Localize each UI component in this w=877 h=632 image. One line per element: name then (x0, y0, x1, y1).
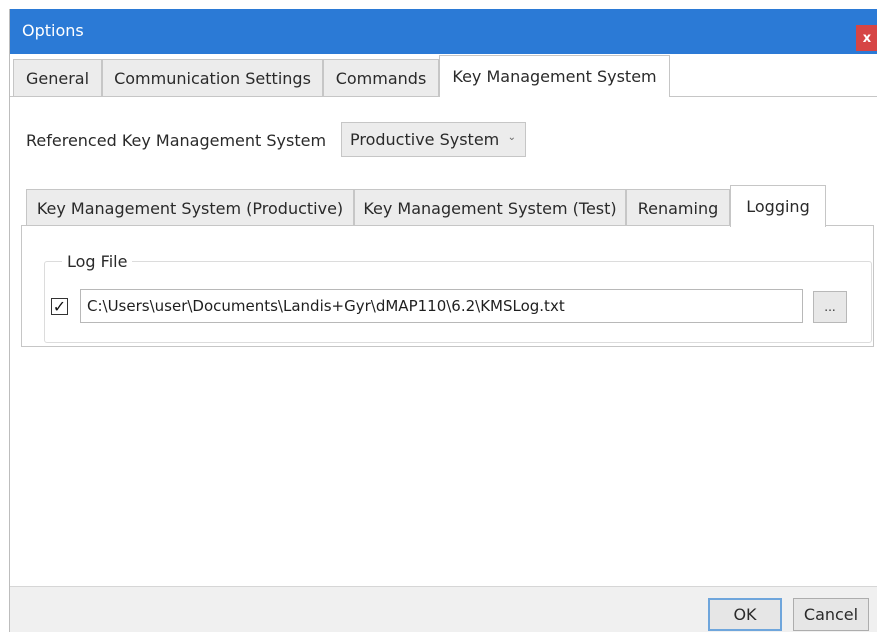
chevron-down-icon: ⌄ (507, 132, 516, 143)
tab-key-management-system[interactable]: Key Management System (439, 55, 670, 97)
logging-panel: Log File (21, 225, 874, 347)
tab-kms-test[interactable]: Key Management System (Test) (354, 189, 626, 226)
checkmark-icon: ✓ (52, 296, 67, 316)
log-enabled-checkbox[interactable]: ✓ (51, 298, 68, 315)
referenced-kms-dropdown[interactable]: Productive System ⌄ (341, 122, 526, 157)
tab-logging[interactable]: Logging (730, 185, 826, 227)
ok-button[interactable]: OK (708, 598, 782, 631)
tab-commands[interactable]: Commands (323, 59, 439, 96)
tab-communication-settings[interactable]: Communication Settings (102, 59, 323, 96)
tab-renaming[interactable]: Renaming (626, 189, 730, 226)
cancel-button[interactable]: Cancel (793, 598, 869, 631)
close-button[interactable]: x (856, 25, 877, 51)
tab-kms-productive[interactable]: Key Management System (Productive) (26, 189, 354, 226)
window-title: Options (22, 21, 84, 40)
referenced-kms-value: Productive System (350, 130, 500, 149)
log-file-group-label: Log File (62, 252, 133, 271)
main-tab-strip: General Communication Settings Commands … (10, 55, 877, 97)
kms-sub-tab-strip: Key Management System (Productive) Key M… (26, 185, 836, 227)
browse-button[interactable]: ... (813, 291, 847, 323)
referenced-kms-label: Referenced Key Management System (26, 131, 327, 150)
tab-general[interactable]: General (13, 59, 102, 96)
options-dialog: Options x General Communication Settings… (9, 9, 877, 632)
title-bar: Options x (10, 9, 877, 54)
log-file-path-input[interactable] (80, 289, 803, 323)
